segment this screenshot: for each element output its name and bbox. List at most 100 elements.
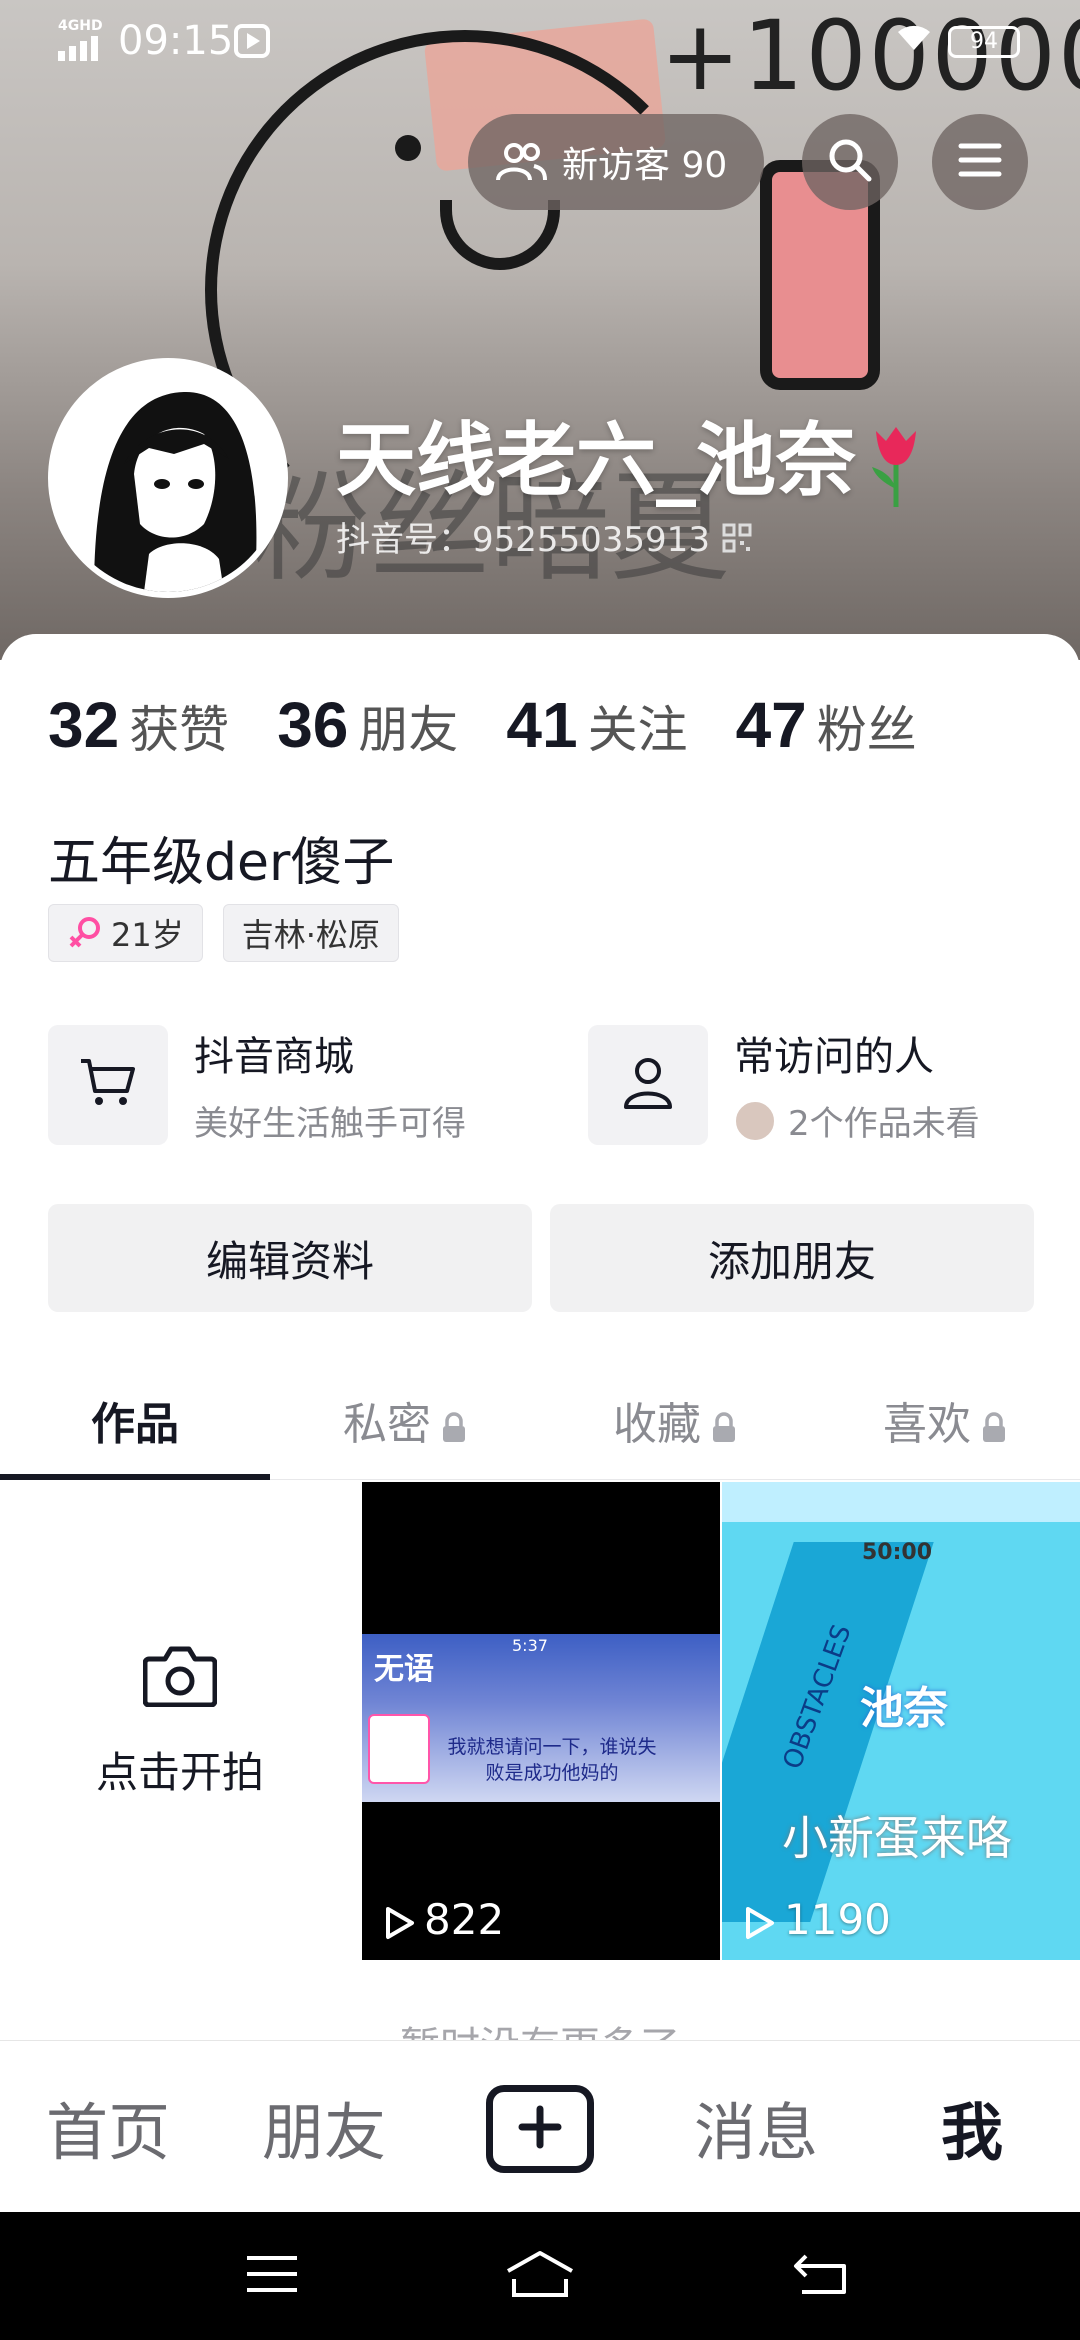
play-count: 1190: [742, 1895, 891, 1944]
stat-number: 36: [277, 689, 349, 761]
video-overlay-name: 池奈: [860, 1683, 948, 1734]
lock-icon: [711, 1404, 737, 1442]
menu-button[interactable]: [932, 114, 1028, 210]
tab-likes[interactable]: 喜欢: [810, 1360, 1080, 1480]
stat-number: 41: [506, 689, 578, 761]
video-overlay-timer: 50:00: [862, 1540, 933, 1565]
douyin-id-text: 抖音号：95255035913: [336, 520, 710, 560]
profile-card: 32 获赞 36 朋友 41 关注 47 粉丝 五年级der傻子 21岁 吉林·…: [0, 634, 1080, 2044]
stat-label: 朋友: [358, 701, 459, 759]
stat-followers[interactable]: 47 粉丝: [736, 688, 917, 762]
lock-icon: [441, 1404, 467, 1442]
video-frame-sky: [722, 1482, 1080, 1522]
media-icon: [234, 24, 270, 58]
nav-friends[interactable]: 朋友: [216, 2041, 432, 2213]
age-text: 21岁: [111, 916, 184, 954]
plus-icon: [518, 2105, 562, 2153]
mall-subtitle: 美好生活触手可得: [194, 1104, 466, 1144]
person-icon: [622, 1055, 674, 1115]
menu-lines-icon: [245, 2254, 299, 2298]
tab-label: 喜欢: [883, 1399, 971, 1450]
play-icon: [382, 1902, 416, 1939]
system-nav-bar: [0, 2212, 1080, 2340]
play-count: 822: [382, 1895, 504, 1944]
female-icon: [67, 915, 103, 951]
location-tag: 吉林·松原: [222, 904, 399, 962]
stat-label: 关注: [587, 701, 688, 759]
stat-likes[interactable]: 32 获赞: [48, 688, 229, 762]
frequent-visitors-entry[interactable]: 常访问的人 2个作品未看: [588, 1024, 980, 1145]
tab-favorites[interactable]: 收藏: [540, 1360, 810, 1480]
stat-number: 32: [48, 689, 120, 761]
edit-profile-button[interactable]: 编辑资料: [48, 1204, 532, 1312]
bio-text: 五年级der傻子: [48, 833, 395, 893]
cart-icon: [79, 1057, 137, 1113]
recent-apps-button[interactable]: [232, 2244, 312, 2308]
create-button[interactable]: [486, 2085, 594, 2173]
shoot-label: 点击开拍: [95, 1747, 264, 1797]
lock-icon: [981, 1404, 1007, 1442]
stat-label: 获赞: [129, 701, 230, 759]
bottom-nav: 首页 朋友 消息 我: [0, 2040, 1080, 2212]
shoot-button[interactable]: 点击开拍: [0, 1482, 360, 1962]
works-grid: 点击开拍 无语 5:37 我就想请问一下，谁说失败是成功他妈的 822 OBST…: [0, 1482, 1080, 1962]
douyin-id[interactable]: 抖音号：95255035913: [336, 512, 752, 561]
home-button[interactable]: [500, 2244, 580, 2308]
tab-works[interactable]: 作品: [0, 1360, 270, 1480]
stats-row: 32 获赞 36 朋友 41 关注 47 粉丝: [48, 688, 965, 762]
play-icon: [742, 1902, 776, 1939]
home-icon: [504, 2249, 576, 2303]
profile-name-text: 天线老六_池奈: [336, 414, 856, 507]
signal-icon: [58, 36, 102, 61]
search-button[interactable]: [802, 114, 898, 210]
person-icon-box: [588, 1024, 708, 1145]
menu-icon: [958, 142, 1002, 182]
banner-art-eye: [395, 135, 421, 161]
wifi-icon: [894, 22, 934, 63]
tab-label: 作品: [91, 1399, 179, 1450]
camera-icon: [142, 1645, 218, 1711]
stat-number: 47: [735, 689, 807, 761]
play-count-value: 1190: [784, 1895, 891, 1944]
tulip-icon: [864, 423, 928, 509]
back-icon: [792, 2252, 852, 2300]
visitor-avatar: [734, 1099, 776, 1142]
nav-home[interactable]: 首页: [0, 2041, 216, 2213]
qr-code-icon[interactable]: [722, 522, 752, 552]
video-thumbnail[interactable]: 无语 5:37 我就想请问一下，谁说失败是成功他妈的 822: [362, 1482, 720, 1960]
mall-title: 抖音商城: [194, 1034, 354, 1080]
stat-following[interactable]: 41 关注: [506, 688, 687, 762]
avatar[interactable]: [48, 358, 288, 598]
location-text: 吉林·松原: [241, 916, 380, 954]
active-tab-indicator: [0, 1474, 270, 1480]
profile-name: 天线老六_池奈: [336, 396, 928, 512]
new-visitors-button[interactable]: 新访客 90: [468, 114, 764, 210]
back-button[interactable]: [782, 2244, 862, 2308]
network-type: 4GHD: [58, 18, 103, 34]
video-overlay-watermark: 小新蛋来咯: [782, 1811, 1012, 1865]
play-count-value: 822: [424, 1895, 505, 1944]
stat-friends[interactable]: 36 朋友: [277, 688, 458, 762]
hello-kitty-sticker: [368, 1714, 430, 1784]
status-bar: 4GHD 09:15 94: [0, 0, 1080, 84]
battery-icon: 94: [948, 26, 1020, 58]
stat-label: 粉丝: [816, 701, 917, 759]
content-tabs: 作品 私密 收藏 喜欢: [0, 1360, 1080, 1480]
add-friend-button[interactable]: 添加朋友: [550, 1204, 1034, 1312]
age-tag: 21岁: [48, 904, 203, 962]
tab-private[interactable]: 私密: [270, 1360, 540, 1480]
video-overlay-caption: 我就想请问一下，谁说失败是成功他妈的: [447, 1736, 657, 1784]
cart-icon-box: [48, 1024, 168, 1145]
profile-tags: 21岁 吉林·松原: [48, 904, 419, 962]
nav-messages[interactable]: 消息: [648, 2041, 864, 2213]
search-icon: [827, 137, 873, 187]
new-visitors-label: 新访客 90: [562, 145, 728, 186]
douyin-mall-entry[interactable]: 抖音商城 美好生活触手可得: [48, 1024, 466, 1145]
nav-me[interactable]: 我: [864, 2041, 1080, 2213]
video-thumbnail[interactable]: OBSTACLES 50:00 池奈 小新蛋来咯 1190: [722, 1482, 1080, 1960]
clock: 09:15: [118, 18, 234, 64]
visitors-title: 常访问的人: [734, 1034, 934, 1080]
video-overlay-title: 无语: [374, 1652, 434, 1687]
video-frame: 无语 5:37 我就想请问一下，谁说失败是成功他妈的: [362, 1634, 720, 1802]
tab-label: 私密: [343, 1399, 431, 1450]
